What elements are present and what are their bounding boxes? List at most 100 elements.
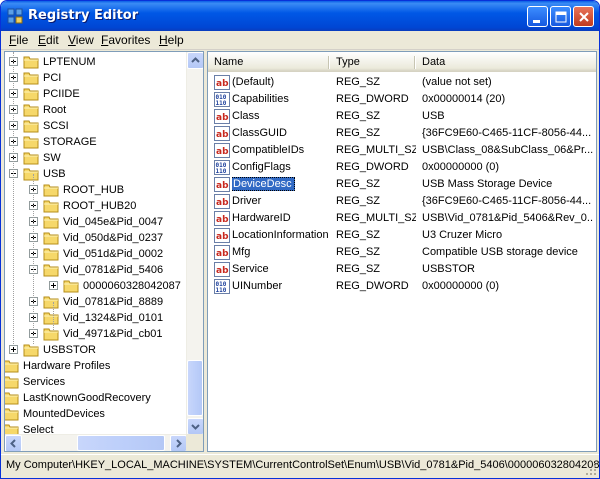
tree-connector <box>53 302 54 330</box>
value-type: REG_SZ <box>336 246 381 258</box>
chevron-right-icon <box>176 439 182 448</box>
value-row[interactable]: ab LocationInformation REG_SZ U3 Cruzer Mic… <box>208 227 596 244</box>
value-row[interactable]: ab ClassGUID REG_SZ {36FC9E60-C465-11CF-805… <box>208 125 596 142</box>
tree-item-label: Vid_0781&Pid_5406 <box>63 264 164 276</box>
tree-item-label: PCI <box>43 72 62 84</box>
value-row[interactable]: ab Service REG_SZ USBSTOR <box>208 261 596 278</box>
folder-icon <box>43 231 59 245</box>
value-row[interactable]: 010 110 UINumber REG_DWORD 0x00000000 (0) <box>208 278 596 295</box>
minimize-icon <box>533 20 540 23</box>
menu-file[interactable]: File <box>9 33 28 47</box>
string-value-icon: ab <box>214 211 230 226</box>
value-type: REG_SZ <box>336 263 381 275</box>
tree-horizontal-scrollbar[interactable] <box>5 434 187 451</box>
registry-editor-window: Registry Editor File Edit View Favorites… <box>0 0 600 479</box>
registry-editor-icon <box>7 8 23 24</box>
tree-item-label: ROOT_HUB20 <box>63 200 137 212</box>
tree-item[interactable]: STORAGE <box>5 134 195 150</box>
value-type: REG_SZ <box>336 229 381 241</box>
tree-item[interactable]: MountedDevices <box>5 406 195 422</box>
tree-item-label: STORAGE <box>43 136 97 148</box>
string-value-icon: ab <box>214 228 230 243</box>
title-bar[interactable]: Registry Editor <box>1 1 599 31</box>
value-row[interactable]: ab CompatibleIDs REG_MULTI_SZ USB\Class_08&… <box>208 142 596 159</box>
tree-item-label: ROOT_HUB <box>63 184 125 196</box>
value-row[interactable]: ab Mfg REG_SZ Compatible USB storage device <box>208 244 596 261</box>
scroll-left-button[interactable] <box>5 435 22 451</box>
tree-item-label: SW <box>43 152 61 164</box>
tree-item[interactable]: Root <box>5 102 195 118</box>
column-header-name[interactable]: Name <box>208 52 330 72</box>
key-tree[interactable]: LPTENUM PCI PCIIDE Root SCSI STORAGE SW USB ROOT… <box>4 51 204 452</box>
folder-icon <box>23 87 39 101</box>
tree-item-label: Vid_051d&Pid_0002 <box>63 248 164 260</box>
folder-icon <box>43 183 59 197</box>
binary-value-icon: 010 110 <box>214 279 230 294</box>
tree-hscroll-thumb[interactable] <box>77 435 165 451</box>
value-row[interactable]: ab HardwareID REG_MULTI_SZ USB\Vid_0781&Pid… <box>208 210 596 227</box>
string-value-icon: ab <box>214 262 230 277</box>
tree-item[interactable]: PCIIDE <box>5 86 195 102</box>
value-name: HardwareID <box>232 212 291 224</box>
tree-item-label: 0000060328042087 <box>83 280 181 292</box>
value-row[interactable]: ab Class REG_SZ USB <box>208 108 596 125</box>
tree-item[interactable]: PCI <box>5 70 195 86</box>
value-name: ConfigFlags <box>232 161 291 173</box>
tree-vscroll-thumb[interactable] <box>187 360 203 416</box>
menu-favorites[interactable]: Favorites <box>101 33 150 47</box>
menu-view[interactable]: View <box>68 33 94 47</box>
value-name: Capabilities <box>232 93 289 105</box>
minimize-button[interactable] <box>527 6 548 27</box>
tree-item[interactable]: SCSI <box>5 118 195 134</box>
folder-icon <box>5 359 19 373</box>
value-list[interactable]: Name Type Data ab (Default) REG_SZ (value n… <box>207 51 597 452</box>
resize-grip-icon[interactable] <box>585 464 597 476</box>
tree-item-label: Vid_045e&Pid_0047 <box>63 216 164 228</box>
value-row[interactable]: ab (Default) REG_SZ (value not set) <box>208 74 596 91</box>
column-header-type[interactable]: Type <box>330 52 416 72</box>
tree-vertical-scrollbar[interactable] <box>186 52 203 435</box>
scroll-up-button[interactable] <box>187 52 203 69</box>
svg-text:ab: ab <box>216 147 229 157</box>
folder-icon <box>23 135 39 149</box>
value-row[interactable]: ab Driver REG_SZ {36FC9E60-C465-11CF-8056-4… <box>208 193 596 210</box>
tree-item-label: USB <box>43 168 66 180</box>
string-value-icon: ab <box>214 177 230 192</box>
tree-item[interactable]: LPTENUM <box>5 54 195 70</box>
expand-icon[interactable] <box>9 345 18 354</box>
maximize-button[interactable] <box>550 6 571 27</box>
tree-item[interactable]: USBSTOR <box>5 342 195 358</box>
value-row[interactable]: ab DeviceDesc REG_SZ USB Mass Storage Devic… <box>208 176 596 193</box>
menu-edit[interactable]: Edit <box>38 33 59 47</box>
tree-item-label: Vid_1324&Pid_0101 <box>63 312 164 324</box>
binary-value-icon: 010 110 <box>214 160 230 175</box>
value-type: REG_SZ <box>336 195 381 207</box>
tree-item-label: Vid_0781&Pid_8889 <box>63 296 164 308</box>
value-row[interactable]: 010 110 ConfigFlags REG_DWORD 0x00000000 (0) <box>208 159 596 176</box>
tree-item[interactable]: LastKnownGoodRecovery <box>5 390 195 406</box>
close-button[interactable] <box>573 6 594 27</box>
tree-item-label: PCIIDE <box>43 88 80 100</box>
folder-icon <box>23 167 39 181</box>
scroll-down-button[interactable] <box>187 418 203 435</box>
value-data: Compatible USB storage device <box>422 246 578 258</box>
expand-icon[interactable] <box>49 281 58 290</box>
tree-item[interactable]: Services <box>5 374 195 390</box>
string-value-icon: ab <box>214 194 230 209</box>
tree-item[interactable]: SW <box>5 150 195 166</box>
value-row[interactable]: 010 110 Capabilities REG_DWORD 0x00000014 (2… <box>208 91 596 108</box>
svg-text:ab: ab <box>216 249 229 259</box>
folder-icon <box>23 103 39 117</box>
svg-text:ab: ab <box>216 215 229 225</box>
column-header-data[interactable]: Data <box>416 52 596 72</box>
svg-text:ab: ab <box>216 130 229 140</box>
tree-item[interactable]: Hardware Profiles <box>5 358 195 374</box>
menu-help[interactable]: Help <box>159 33 184 47</box>
tree-item-label: Services <box>23 376 66 388</box>
tree-item-label: Hardware Profiles <box>23 360 111 372</box>
folder-icon <box>23 55 39 69</box>
value-type: REG_SZ <box>336 76 381 88</box>
scroll-right-button[interactable] <box>170 435 187 451</box>
value-name: LocationInformation <box>232 229 329 241</box>
value-data: USB <box>422 110 445 122</box>
